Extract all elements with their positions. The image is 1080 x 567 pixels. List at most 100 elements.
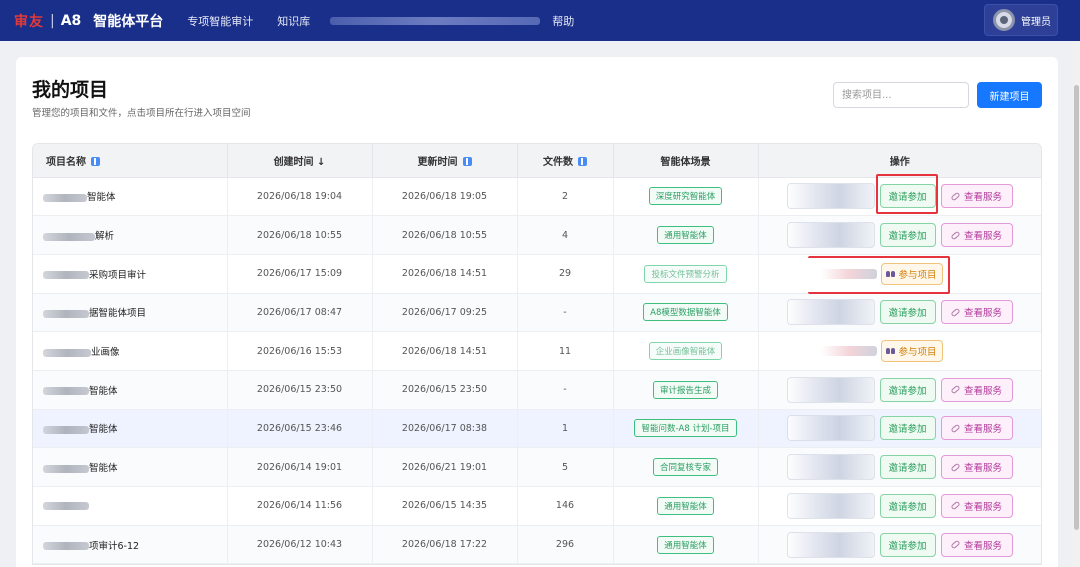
updated-time-cell: 2026/06/15 14:35 [372, 486, 518, 526]
table-row[interactable]: 采购项目审计 2026/06/17 15:09 2026/06/18 14:51 29… [33, 254, 1041, 294]
redacted-name [43, 501, 89, 510]
col-project-name[interactable]: 项目名称 [33, 144, 228, 178]
view-service-button[interactable]: 查看服务 [940, 377, 1013, 402]
nav-help[interactable]: 帮助 [552, 13, 574, 29]
project-name-cell[interactable]: 智能体 [33, 370, 228, 410]
scene-tag: 合同复核专家 [652, 458, 718, 477]
join-project-button[interactable]: 参与项目 [880, 262, 943, 285]
invite-button[interactable]: 邀请参加 [879, 377, 936, 402]
new-project-button[interactable]: 新建项目 [977, 82, 1042, 108]
view-service-button[interactable]: 查看服务 [940, 184, 1013, 209]
scene-tag: 智能问数-A8 计划-项目 [634, 419, 737, 438]
file-count-cell: 296 [517, 525, 614, 565]
updated-time-cell: 2026/06/18 14:51 [372, 254, 518, 294]
redacted-action-button[interactable] [786, 531, 875, 558]
view-service-button[interactable]: 查看服务 [940, 416, 1013, 441]
table-row[interactable]: 业画像 2026/06/16 15:53 2026/06/18 14:51 11 企业画… [33, 331, 1041, 371]
updated-time-cell: 2026/06/18 14:51 [372, 331, 518, 371]
project-name-cell[interactable]: 据智能体项目 [33, 293, 228, 333]
scene-tag: A8模型数据智能体 [643, 303, 728, 322]
sort-icon[interactable] [462, 157, 472, 167]
created-time-cell: 2026/06/17 15:09 [227, 254, 373, 294]
col-file-count[interactable]: 文件数 [517, 144, 614, 178]
col-label: 项目名称 [46, 156, 86, 168]
scene-cell: 智能问数-A8 计划-项目 [613, 409, 759, 449]
nav-knowledge-base[interactable]: 知识库 [277, 13, 310, 29]
col-updated-time[interactable]: 更新时间 [372, 144, 518, 178]
project-name-cell[interactable]: 智能体 [33, 409, 228, 449]
search-input[interactable] [833, 82, 969, 108]
sort-icon[interactable] [91, 157, 100, 167]
updated-time-cell: 2026/06/21 19:01 [372, 447, 518, 487]
redacted-action-button[interactable] [786, 183, 875, 210]
redacted-action-button[interactable] [786, 222, 875, 249]
table-row[interactable]: 智能体 2026/06/15 23:46 2026/06/17 08:38 1 智能问数… [33, 409, 1041, 449]
table-row[interactable]: 智能体 2026/06/14 19:01 2026/06/21 19:01 5 合同复核… [33, 447, 1041, 487]
project-name-cell[interactable]: 业画像 [33, 331, 228, 371]
project-name-cell[interactable]: 智能体 [33, 447, 228, 487]
project-name-cell[interactable]: 解析 [33, 215, 228, 255]
row-actions: 邀请参加 查看服务 [758, 447, 1041, 487]
redacted-action-button[interactable] [786, 299, 875, 326]
invite-button[interactable]: 邀请参加 [879, 455, 936, 480]
row-actions: 邀请参加 查看服务 [758, 370, 1041, 410]
service-label: 查看服务 [963, 231, 1002, 243]
table-row[interactable]: 解析 2026/06/18 10:55 2026/06/18 10:55 4 通用智能体… [33, 215, 1041, 255]
table-row[interactable]: 2026/06/14 11:56 2026/06/15 14:35 146 通用智能体… [33, 486, 1041, 526]
view-service-button[interactable]: 查看服务 [940, 493, 1013, 518]
view-service-button[interactable]: 查看服务 [940, 532, 1013, 557]
redacted-action-button[interactable] [786, 376, 875, 403]
updated-time-cell: 2026/06/17 09:25 [372, 293, 518, 333]
file-count-cell: - [517, 370, 614, 410]
invite-button[interactable]: 邀请参加 [879, 223, 936, 248]
view-service-button[interactable]: 查看服务 [940, 455, 1013, 480]
top-nav-bar: 审友 | A8 智能体平台 专项智能审计 知识库 帮助 管理员 [0, 0, 1080, 41]
project-name: 解析 [95, 231, 115, 243]
created-time-cell: 2026/06/18 10:55 [227, 215, 373, 255]
join-project-button[interactable]: 参与项目 [880, 340, 943, 363]
updated-time-cell: 2026/06/18 10:55 [372, 215, 518, 255]
view-service-button[interactable]: 查看服务 [940, 223, 1013, 248]
scene-tag: 通用智能体 [657, 226, 714, 245]
scene-cell: 投标文件预警分析 [613, 254, 759, 294]
created-time-cell: 2026/06/16 15:53 [227, 331, 373, 371]
col-label: 操作 [889, 156, 910, 168]
redacted-action-button[interactable] [786, 492, 875, 519]
invite-button[interactable]: 邀请参加 [879, 493, 936, 518]
link-icon [950, 501, 961, 511]
project-name-cell[interactable]: 项审计6-12 [33, 525, 228, 565]
page-scrollbar[interactable] [1072, 41, 1080, 567]
join-label: 参与项目 [898, 269, 937, 281]
people-icon [886, 270, 896, 277]
invite-button[interactable]: 邀请参加 [879, 416, 936, 441]
project-name-cell[interactable] [33, 486, 228, 526]
invite-button[interactable]: 邀请参加 [879, 300, 936, 325]
table-row[interactable]: 项审计6-12 2026/06/12 10:43 2026/06/18 17:22 2… [33, 525, 1041, 565]
user-menu[interactable]: 管理员 [984, 4, 1058, 36]
redacted-action-button[interactable] [786, 415, 875, 442]
table-row[interactable]: 智能体 2026/06/15 23:50 2026/06/15 23:50- 审计报告… [33, 370, 1041, 410]
nav-special-audit[interactable]: 专项智能审计 [187, 13, 253, 29]
brand[interactable]: 审友 | A8 智能体平台 [14, 11, 163, 31]
invite-button[interactable]: 邀请参加 [879, 184, 936, 209]
col-created-time[interactable]: 创建时间 ↓ [227, 144, 373, 178]
page-title: 我的项目 [32, 79, 109, 101]
table-row[interactable]: 据智能体项目 2026/06/17 08:47 2026/06/17 09:25- A… [33, 293, 1041, 333]
table-row[interactable]: 智能体 2026/06/18 19:04 2026/06/18 19:05 2 深度研究… [33, 177, 1041, 217]
scrollbar-thumb[interactable] [1074, 85, 1079, 530]
redacted-action-button[interactable] [786, 454, 875, 481]
scene-tag: 深度研究智能体 [648, 187, 723, 206]
sort-icon[interactable] [578, 157, 587, 167]
people-icon [886, 348, 896, 355]
row-actions: 邀请参加 查看服务 [758, 177, 1041, 217]
brand-a8: A8 [60, 12, 82, 29]
col-actions: 操作 [758, 144, 1041, 178]
view-service-button[interactable]: 查看服务 [940, 300, 1013, 325]
project-name-cell[interactable]: 采购项目审计 [33, 254, 228, 294]
updated-time-cell: 2026/06/18 19:05 [372, 177, 518, 217]
project-name-cell[interactable]: 智能体 [33, 177, 228, 217]
col-label: 更新时间 [417, 156, 458, 168]
nav-redacted-item[interactable] [330, 16, 541, 25]
invite-button[interactable]: 邀请参加 [879, 532, 936, 557]
scene-tag: 通用智能体 [657, 496, 714, 515]
